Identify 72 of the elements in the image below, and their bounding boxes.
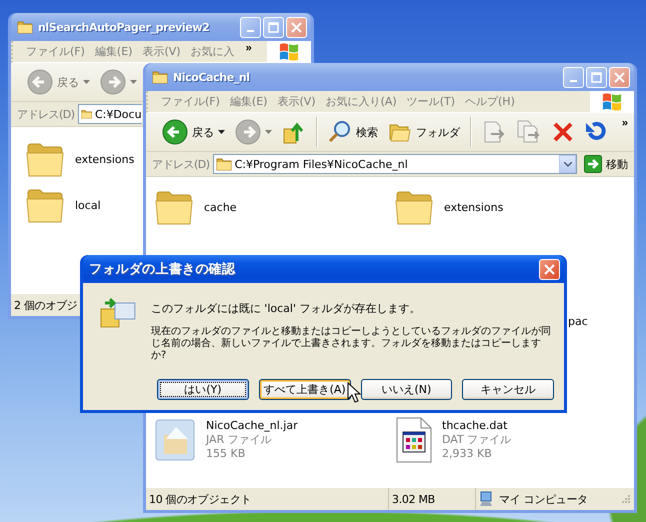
minimize-icon: [570, 80, 577, 82]
file-name: extensions: [444, 201, 504, 215]
back-button[interactable]: 戻る: [158, 117, 229, 147]
status-text: マイ コンピュータ: [499, 492, 588, 506]
address-label: アドレス(D): [152, 156, 210, 172]
menu-overflow-button[interactable]: »: [240, 42, 258, 54]
maximize-icon: [591, 72, 602, 82]
minimize-icon: [247, 30, 254, 32]
flag-logo: [279, 42, 299, 60]
status-text: 2 個のオブジ: [14, 298, 78, 312]
file-name: pac: [568, 315, 588, 329]
computer-icon: [479, 491, 495, 507]
close-icon: [544, 264, 555, 274]
mouse-cursor-icon: [347, 382, 361, 404]
file-type: DAT ファイル: [442, 433, 512, 447]
resize-grip-icon: [620, 494, 631, 504]
address-label: アドレス(D): [17, 106, 75, 122]
toolbar-overflow-button[interactable]: »: [616, 117, 634, 129]
close-button[interactable]: [539, 258, 560, 280]
window-title: NicoCache_nl: [173, 70, 251, 84]
copy-to-icon: [516, 120, 542, 144]
maximize-button[interactable]: [586, 66, 607, 88]
move-to-icon: [482, 120, 506, 144]
file-size: 2,933 KB: [442, 447, 493, 461]
close-icon: [614, 72, 625, 82]
maximize-icon: [268, 22, 279, 32]
dialog-message: このフォルダには既に 'local' フォルダが存在します。: [150, 301, 422, 316]
folder-icon: [80, 107, 92, 121]
status-text: 10 個のオブジェクト: [149, 492, 252, 506]
file-name: local: [75, 199, 101, 213]
flag-logo: [602, 92, 622, 110]
chevron-down-icon: [564, 162, 572, 166]
caret-icon: [218, 130, 225, 134]
minimize-button[interactable]: [563, 66, 584, 88]
delete-icon: [552, 121, 574, 143]
file-name: cache: [204, 201, 237, 215]
file-name: extensions: [75, 153, 134, 167]
window-title: nlSearchAutoPager_preview2: [38, 20, 210, 34]
status-text: 3.02 MB: [392, 492, 435, 506]
dialog-button[interactable]: すべて上書き(A): [258, 379, 350, 400]
file-name: thcache.dat: [442, 419, 508, 433]
dialog-button[interactable]: いいえ(N): [360, 379, 452, 400]
file-name: NicoCache_nl.jar: [206, 419, 298, 433]
folder-icon: [152, 70, 168, 84]
document-icon: [394, 417, 434, 463]
caret-icon: [83, 80, 90, 84]
file-size: 155 KB: [206, 447, 246, 461]
close-button[interactable]: [286, 16, 307, 38]
file-type: JAR ファイル: [206, 433, 273, 447]
folder-icon: [216, 157, 232, 171]
maximize-button[interactable]: [263, 16, 284, 38]
address-field[interactable]: C:¥Program Files¥NicoCache_nl: [212, 154, 577, 174]
dialog-question: 現在のフォルダのファイルと移動またはコピーしようとしているフォルダのファイルが同じ名前の場合、新しいファイルで上書きされます。フォルダを移動またはコピーしますか?: [150, 326, 552, 362]
go-button[interactable]: 移動: [580, 155, 632, 173]
dialog-title: フォルダの上書きの確認: [89, 261, 236, 278]
dialog-button[interactable]: キャンセル: [462, 379, 554, 400]
minimize-button[interactable]: [240, 16, 261, 38]
caret-icon: [130, 80, 137, 84]
undo-icon: [584, 121, 606, 143]
menu-item[interactable]: お気に入: [186, 44, 240, 58]
caret-icon: [265, 130, 272, 134]
dialog-button[interactable]: はい(Y): [157, 379, 249, 400]
dropdown-button[interactable]: [559, 155, 576, 173]
menu-item[interactable]: ヘルプ(H): [460, 94, 520, 108]
folder-icon: [17, 20, 33, 34]
folders-button[interactable]: フォルダ: [384, 119, 464, 145]
close-button[interactable]: [609, 66, 630, 88]
search-button[interactable]: 検索: [324, 118, 382, 146]
menu-item[interactable]: お気に入り(A): [320, 94, 402, 108]
address-field[interactable]: C:¥Docu: [78, 104, 142, 124]
search-icon: [328, 120, 352, 144]
close-icon: [291, 22, 302, 32]
